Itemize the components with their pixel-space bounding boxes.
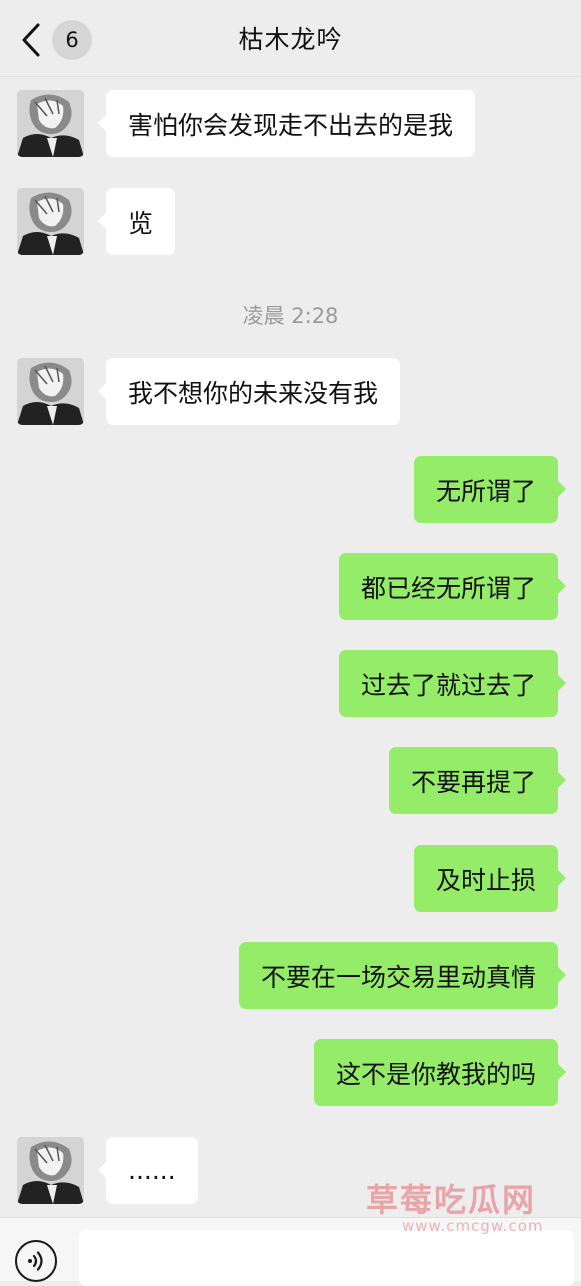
message-timestamp: 凌晨 2:28: [242, 304, 339, 328]
message-bubble[interactable]: 过去了就过去了: [338, 650, 567, 717]
message-bubble[interactable]: 览: [97, 188, 176, 255]
watermark-url: www.cmcgw.com: [402, 1217, 544, 1235]
message-bubble[interactable]: 及时止损: [413, 845, 567, 912]
message-bubble[interactable]: 我不想你的未来没有我: [97, 358, 401, 425]
voice-icon[interactable]: [15, 1240, 57, 1282]
message-bubble[interactable]: 不要再提了: [388, 747, 567, 814]
message-bubble[interactable]: 这不是你教我的吗: [313, 1039, 567, 1106]
watermark-text: 草莓吃瓜网: [366, 1181, 537, 1219]
chat-header: 6 枯木龙吟: [0, 0, 581, 77]
avatar[interactable]: [17, 1137, 84, 1204]
chevron-left-icon: [16, 20, 46, 60]
message-bubble[interactable]: 害怕你会发现走不出去的是我: [97, 90, 476, 157]
back-button[interactable]: 6: [16, 18, 96, 62]
unread-count-badge: 6: [52, 20, 92, 60]
message-bubble[interactable]: 不要在一场交易里动真情: [238, 942, 567, 1009]
avatar[interactable]: [17, 358, 84, 425]
avatar[interactable]: [17, 188, 84, 255]
message-bubble[interactable]: 都已经无所谓了: [338, 553, 567, 620]
message-bubble[interactable]: ......: [98, 1137, 198, 1204]
message-input[interactable]: [79, 1230, 574, 1286]
avatar[interactable]: [17, 90, 84, 157]
message-bubble[interactable]: 无所谓了: [413, 456, 567, 523]
